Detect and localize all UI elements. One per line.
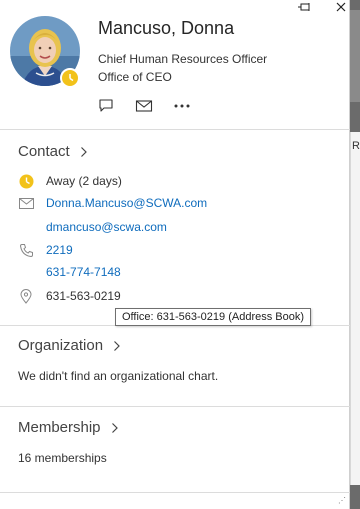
office-row: 631-563-0219 — [18, 286, 338, 306]
presence-status: Away (2 days) — [46, 174, 122, 188]
background-window: R — [350, 0, 360, 509]
background-text: R — [352, 140, 360, 152]
chevron-right-icon — [111, 422, 118, 433]
away-status-icon — [60, 68, 80, 88]
divider — [0, 129, 350, 130]
organization-section-header[interactable]: Organization — [18, 337, 121, 354]
contact-section-header[interactable]: Contact — [18, 143, 88, 160]
chat-icon[interactable] — [96, 96, 116, 116]
close-icon[interactable] — [332, 0, 350, 14]
phone-icon — [18, 242, 34, 258]
pin-icon[interactable] — [296, 0, 314, 14]
membership-count: 16 memberships — [18, 451, 107, 465]
job-title: Chief Human Resources Officer — [98, 52, 268, 66]
action-bar — [96, 96, 192, 116]
chevron-right-icon — [80, 146, 87, 157]
contact-heading: Contact — [18, 143, 70, 160]
office-phone-tooltip: Office: 631-563-0219 (Address Book) — [115, 308, 312, 326]
contact-name: Mancuso, Donna — [98, 18, 235, 38]
email-secondary-link[interactable]: dmancuso@scwa.com — [46, 220, 167, 234]
organization-heading: Organization — [18, 337, 104, 354]
mail-icon[interactable] — [134, 96, 154, 116]
divider — [0, 406, 350, 407]
presence-row: Away (2 days) — [18, 171, 338, 191]
location-pin-icon — [18, 288, 34, 304]
mobile-row: 631-774-7148 — [18, 262, 338, 282]
membership-section-header[interactable]: Membership — [18, 419, 119, 436]
divider — [0, 492, 350, 493]
envelope-icon — [18, 195, 34, 211]
email-row: Donna.Mancuso@SCWA.com — [18, 193, 338, 213]
email-secondary-row: dmancuso@scwa.com — [18, 217, 338, 237]
department: Office of CEO — [98, 70, 172, 84]
phone-mobile-link[interactable]: 631-774-7148 — [46, 265, 121, 279]
phone-row: 2219 — [18, 240, 338, 260]
card-titlebar — [296, 0, 350, 14]
office-phone: 631-563-0219 — [46, 289, 121, 303]
contact-card: Mancuso, Donna Chief Human Resources Off… — [0, 0, 350, 509]
organization-message: We didn't find an organizational chart. — [18, 369, 219, 383]
phone-ext-link[interactable]: 2219 — [46, 243, 73, 257]
chevron-right-icon — [114, 340, 120, 351]
clock-icon — [18, 173, 34, 189]
more-icon[interactable] — [172, 96, 192, 116]
membership-heading: Membership — [18, 419, 101, 436]
resize-grip-icon[interactable]: ⋰ — [338, 496, 348, 506]
email-primary-link[interactable]: Donna.Mancuso@SCWA.com — [46, 196, 207, 210]
